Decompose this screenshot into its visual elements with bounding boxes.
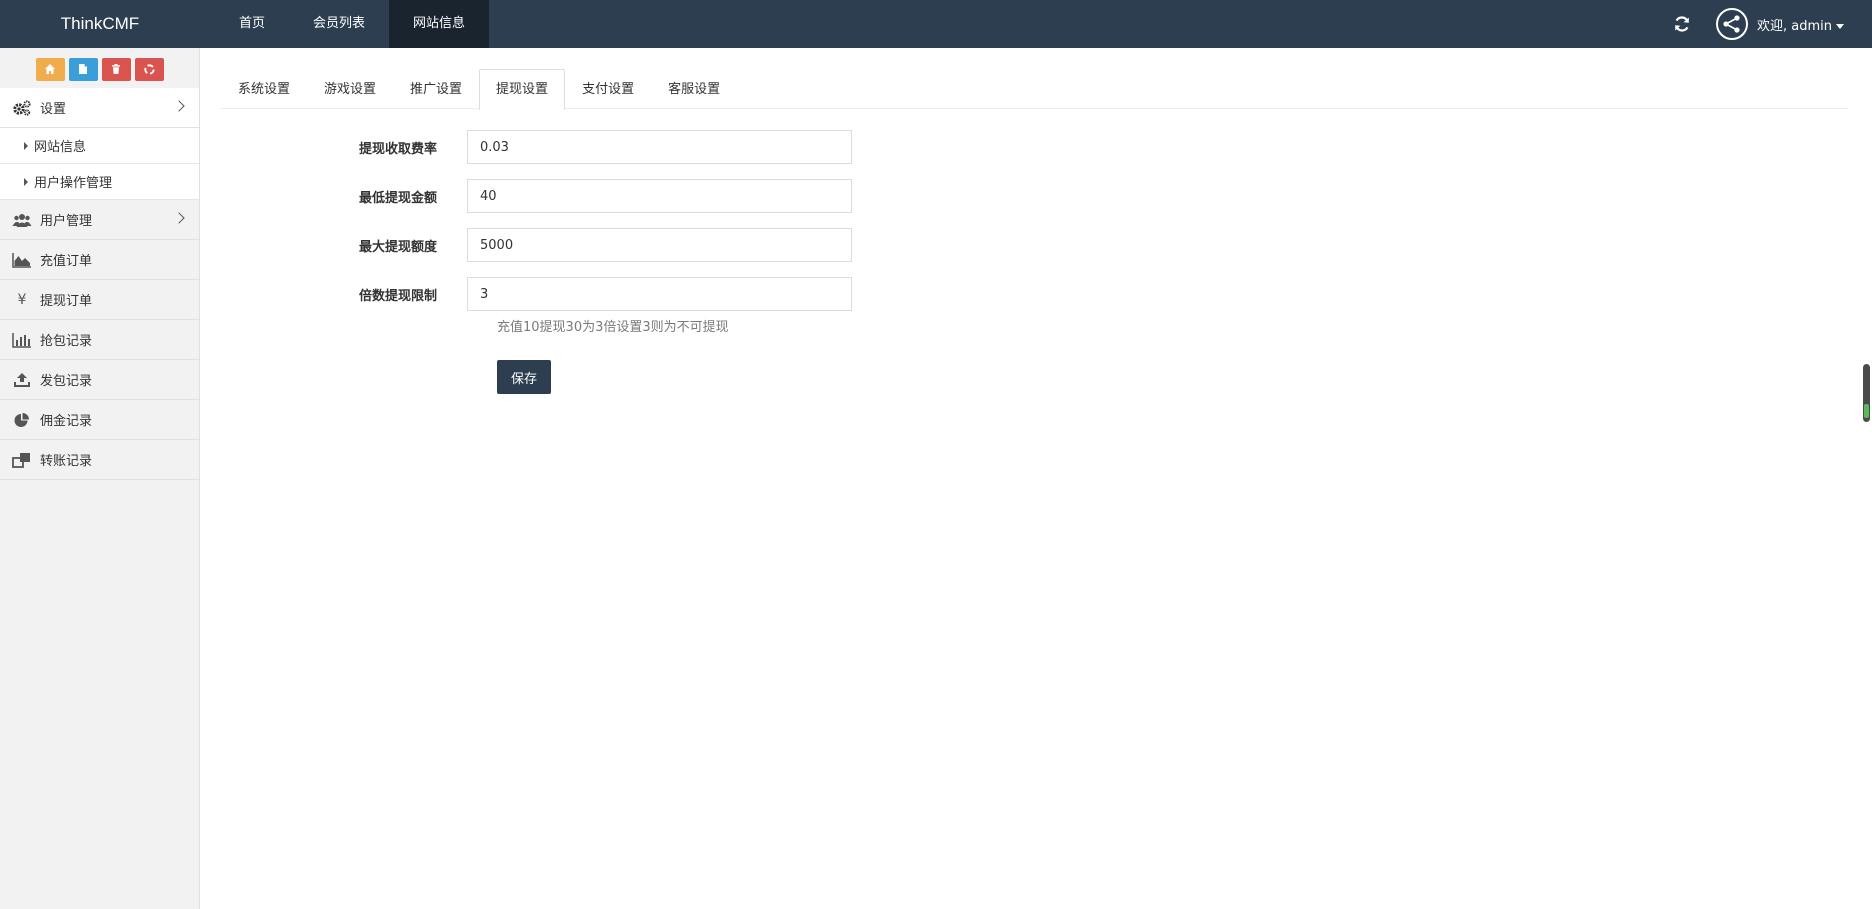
sidebar-item-user-management[interactable]: 用户管理: [0, 200, 199, 240]
multiple-limit-label: 倍数提现限制: [358, 288, 437, 304]
sidebar-item-label: 抢包记录: [40, 334, 93, 349]
sidebar-item-commission-records[interactable]: 佣金记录: [0, 400, 199, 440]
sidebar-subitem-user-ops[interactable]: 用户操作管理: [0, 164, 199, 200]
caret-down-icon: [1836, 23, 1844, 29]
sidebar-item-label: 转账记录: [40, 454, 93, 469]
save-button[interactable]: 保存: [497, 360, 551, 394]
min-amount-label: 最低提现金额: [358, 190, 437, 206]
clone-icon: [12, 451, 32, 469]
max-amount-input[interactable]: [467, 228, 852, 262]
trash-icon: [112, 64, 120, 74]
sidebar-item-label: 用户管理: [40, 214, 93, 229]
caret-right-icon: [24, 141, 28, 150]
sidebar-item-grab-records[interactable]: 抢包记录: [0, 320, 199, 360]
sidebar-item-label: 发包记录: [40, 374, 93, 389]
sidebar-subitem-label: 用户操作管理: [34, 176, 113, 191]
users-icon: [12, 211, 32, 229]
upload-icon: [12, 371, 32, 389]
sidebar-item-withdraw-orders[interactable]: ¥ 提现订单: [0, 280, 199, 320]
chevron-right-icon: [173, 212, 185, 224]
recycle-icon: [143, 63, 155, 75]
sidebar-item-settings[interactable]: 设置: [0, 88, 199, 128]
scrollbar-thumb[interactable]: [1863, 364, 1870, 422]
share-icon: [1723, 15, 1740, 33]
quick-home-button[interactable]: [35, 57, 65, 81]
multiple-limit-help: 充值10提现30为3倍设置3则为不可提现: [497, 320, 729, 335]
tab-game-settings[interactable]: 游戏设置: [307, 69, 393, 109]
pie-chart-icon: [12, 411, 32, 429]
user-menu[interactable]: 欢迎, admin: [1757, 15, 1844, 34]
sidebar-item-label: 设置: [40, 102, 67, 117]
tab-withdraw-settings[interactable]: 提现设置: [479, 69, 566, 110]
tab-system-settings[interactable]: 系统设置: [221, 69, 307, 109]
nav-home[interactable]: 首页: [215, 0, 289, 48]
form-row-max-amount: 最大提现额度: [200, 228, 852, 262]
min-amount-input[interactable]: [467, 179, 852, 213]
yen-icon: ¥: [17, 291, 27, 308]
home-icon: [45, 64, 55, 74]
sidebar-subitem-label: 网站信息: [34, 140, 87, 155]
tab-service-settings[interactable]: 客服设置: [651, 69, 737, 109]
avatar[interactable]: [1716, 8, 1748, 40]
area-chart-icon: [12, 251, 32, 269]
sidebar-item-transfer-records[interactable]: 转账记录: [0, 440, 199, 480]
file-icon: [79, 64, 87, 74]
main-content: 系统设置 游戏设置 推广设置 提现设置 支付设置 客服设置 提现收取费率 最低提…: [200, 48, 1872, 909]
nav-site-info[interactable]: 网站信息: [389, 0, 490, 48]
brand-logo[interactable]: ThinkCMF: [0, 0, 200, 48]
multiple-limit-input[interactable]: [467, 277, 852, 311]
settings-tabs: 系统设置 游戏设置 推广设置 提现设置 支付设置 客服设置: [221, 69, 1848, 110]
sidebar-item-label: 充值订单: [40, 254, 93, 269]
quick-trash-button[interactable]: [101, 57, 131, 81]
user-area: 欢迎, admin: [1672, 0, 1844, 48]
form-row-min-amount: 最低提现金额: [200, 179, 852, 213]
top-nav: 首页 会员列表 网站信息: [215, 0, 490, 48]
bar-chart-icon: [12, 331, 32, 349]
top-bar: ThinkCMF 首页 会员列表 网站信息 欢迎, admin: [0, 0, 1872, 48]
caret-right-icon: [24, 177, 28, 186]
chevron-right-icon: [173, 100, 185, 112]
sidebar-item-send-records[interactable]: 发包记录: [0, 360, 199, 400]
sidebar-item-label: 提现订单: [40, 294, 93, 309]
cogs-icon: [12, 99, 32, 117]
quick-file-button[interactable]: [68, 57, 98, 81]
tab-payment-settings[interactable]: 支付设置: [565, 69, 651, 109]
fee-rate-input[interactable]: [467, 130, 852, 164]
sidebar-item-recharge-orders[interactable]: 充值订单: [0, 240, 199, 280]
sidebar: 设置 网站信息 用户操作管理 用户管理 充值订单 ¥ 提现订单 抢包记录 发包记…: [0, 48, 200, 909]
form-row-multiple-limit: 倍数提现限制: [200, 277, 852, 311]
nav-member-list[interactable]: 会员列表: [289, 0, 389, 48]
fee-rate-label: 提现收取费率: [358, 141, 437, 157]
sidebar-item-label: 佣金记录: [40, 414, 93, 429]
welcome-text: 欢迎, admin: [1757, 18, 1832, 34]
max-amount-label: 最大提现额度: [358, 239, 437, 255]
quick-buttons: [0, 48, 199, 88]
form-row-fee-rate: 提现收取费率: [200, 130, 852, 164]
refresh-icon[interactable]: [1672, 14, 1692, 34]
tab-promotion-settings[interactable]: 推广设置: [393, 69, 479, 109]
sidebar-subitem-site-info[interactable]: 网站信息: [0, 128, 199, 164]
quick-recycle-button[interactable]: [134, 57, 164, 81]
